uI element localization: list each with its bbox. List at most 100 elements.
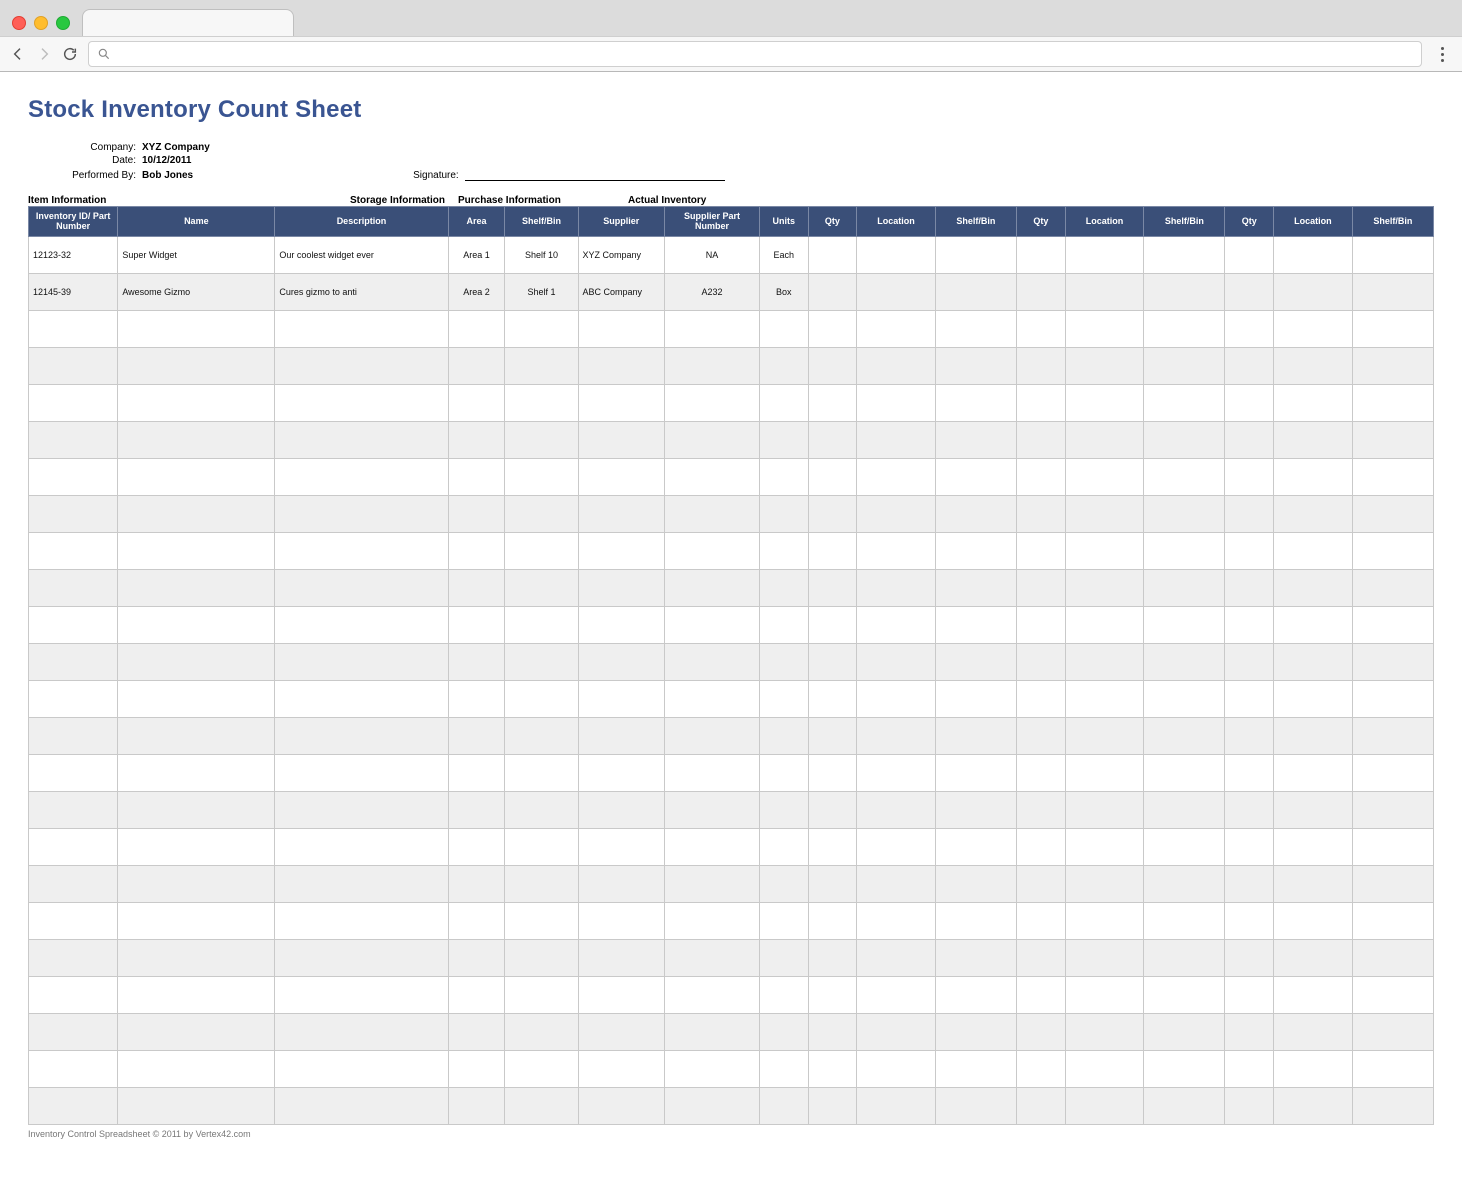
cell[interactable] <box>857 1087 936 1124</box>
cell[interactable] <box>1274 828 1353 865</box>
cell[interactable] <box>808 236 857 273</box>
cell[interactable] <box>118 1013 275 1050</box>
cell[interactable] <box>1017 1087 1066 1124</box>
cell[interactable] <box>808 680 857 717</box>
cell[interactable] <box>1225 643 1274 680</box>
cell[interactable] <box>1225 384 1274 421</box>
cell[interactable] <box>505 606 578 643</box>
cell[interactable] <box>448 606 505 643</box>
cell[interactable] <box>857 902 936 939</box>
cell[interactable] <box>1274 606 1353 643</box>
cell[interactable] <box>1017 865 1066 902</box>
cell[interactable] <box>1017 532 1066 569</box>
cell[interactable] <box>808 754 857 791</box>
cell[interactable]: Area 1 <box>448 236 505 273</box>
cell[interactable] <box>578 1050 665 1087</box>
cell[interactable] <box>1274 236 1353 273</box>
cell[interactable] <box>1144 828 1225 865</box>
cell[interactable] <box>275 532 448 569</box>
cell[interactable] <box>1017 939 1066 976</box>
cell[interactable] <box>1017 643 1066 680</box>
cell[interactable] <box>1144 421 1225 458</box>
cell[interactable] <box>275 680 448 717</box>
cell[interactable] <box>759 791 808 828</box>
cell[interactable] <box>1225 236 1274 273</box>
cell[interactable] <box>1225 1050 1274 1087</box>
cell[interactable] <box>1144 754 1225 791</box>
cell[interactable] <box>1225 939 1274 976</box>
cell[interactable] <box>759 310 808 347</box>
cell[interactable] <box>857 643 936 680</box>
cell[interactable] <box>935 384 1016 421</box>
cell[interactable] <box>1065 569 1144 606</box>
cell[interactable] <box>1225 495 1274 532</box>
cell[interactable] <box>29 865 118 902</box>
cell[interactable] <box>1065 976 1144 1013</box>
cell[interactable] <box>935 532 1016 569</box>
cell[interactable] <box>275 939 448 976</box>
cell[interactable] <box>1352 532 1433 569</box>
cell[interactable] <box>1065 236 1144 273</box>
cell[interactable]: Each <box>759 236 808 273</box>
cell[interactable] <box>1274 569 1353 606</box>
cell[interactable] <box>1225 976 1274 1013</box>
cell[interactable]: 12123-32 <box>29 236 118 273</box>
cell[interactable] <box>759 1013 808 1050</box>
cell[interactable] <box>1065 384 1144 421</box>
cell[interactable] <box>808 902 857 939</box>
cell[interactable] <box>275 1087 448 1124</box>
cell[interactable] <box>1065 791 1144 828</box>
cell[interactable] <box>1065 643 1144 680</box>
cell[interactable] <box>857 1050 936 1087</box>
cell[interactable] <box>935 939 1016 976</box>
cell[interactable] <box>29 939 118 976</box>
cell[interactable] <box>275 865 448 902</box>
cell[interactable] <box>857 754 936 791</box>
cell[interactable] <box>275 791 448 828</box>
cell[interactable] <box>578 569 665 606</box>
cell[interactable] <box>505 976 578 1013</box>
cell[interactable] <box>759 347 808 384</box>
cell[interactable] <box>275 347 448 384</box>
cell[interactable] <box>1225 754 1274 791</box>
cell[interactable] <box>578 347 665 384</box>
cell[interactable] <box>1017 384 1066 421</box>
cell[interactable] <box>1352 939 1433 976</box>
cell[interactable] <box>1017 754 1066 791</box>
cell[interactable] <box>448 791 505 828</box>
cell[interactable] <box>118 384 275 421</box>
cell[interactable] <box>935 902 1016 939</box>
cell[interactable] <box>1065 495 1144 532</box>
cell[interactable] <box>857 532 936 569</box>
cell[interactable] <box>665 1013 760 1050</box>
cell[interactable] <box>857 273 936 310</box>
cell[interactable] <box>1065 1087 1144 1124</box>
cell[interactable] <box>1065 458 1144 495</box>
cell[interactable] <box>448 976 505 1013</box>
cell[interactable] <box>118 532 275 569</box>
cell[interactable] <box>857 976 936 1013</box>
cell[interactable] <box>1017 236 1066 273</box>
cell[interactable] <box>665 717 760 754</box>
cell[interactable] <box>665 606 760 643</box>
cell[interactable] <box>759 754 808 791</box>
cell[interactable] <box>1144 1087 1225 1124</box>
cell[interactable] <box>808 939 857 976</box>
cell[interactable] <box>665 347 760 384</box>
cell[interactable] <box>1274 273 1353 310</box>
cell[interactable] <box>505 717 578 754</box>
cell[interactable] <box>1352 1087 1433 1124</box>
cell[interactable] <box>448 569 505 606</box>
cell[interactable] <box>1144 532 1225 569</box>
cell[interactable] <box>29 902 118 939</box>
cell[interactable] <box>1352 717 1433 754</box>
cell[interactable] <box>759 606 808 643</box>
cell[interactable] <box>759 532 808 569</box>
cell[interactable] <box>505 1087 578 1124</box>
cell[interactable] <box>118 717 275 754</box>
cell[interactable] <box>275 902 448 939</box>
cell[interactable] <box>1017 902 1066 939</box>
cell[interactable] <box>1065 680 1144 717</box>
cell[interactable] <box>29 1087 118 1124</box>
cell[interactable] <box>665 976 760 1013</box>
